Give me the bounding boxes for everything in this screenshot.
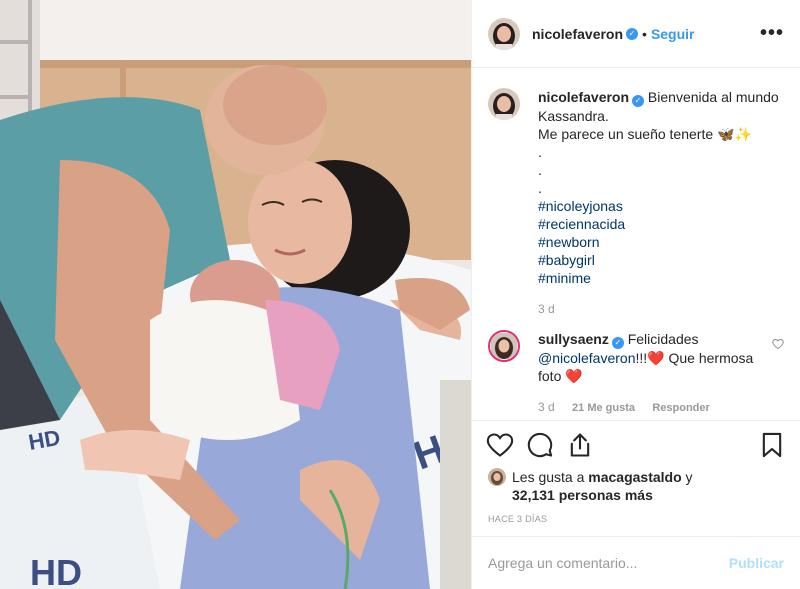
caption-avatar-icon[interactable]: [488, 88, 520, 120]
post-timestamp: HACE 3 DÍAS: [488, 514, 548, 524]
header-username-link[interactable]: nicolefaveron: [532, 26, 623, 42]
caption-line-2: Me parece un sueño tenerte 🦋✨: [538, 126, 752, 142]
post-sidebar: nicolefaveron ✓ • Seguir ••• nicolefaver…: [471, 0, 800, 589]
likes-summary: Les gusta a macagastaldo y 32,131 person…: [472, 468, 800, 504]
caption-age: 3 d: [538, 302, 555, 316]
comment: sullysaenz ✓ Felicidades @nicolefaveron!!…: [488, 330, 784, 417]
hashtag-link[interactable]: #nicoleyjonas: [538, 197, 784, 215]
caption-text: nicolefaveron ✓ Bienvenida al mundo Kassa…: [538, 88, 784, 318]
share-icon[interactable]: [566, 431, 594, 459]
svg-text:HD: HD: [30, 552, 82, 589]
more-options-icon[interactable]: •••: [760, 22, 784, 45]
comment-meta: 3 d 21 Me gusta Responder: [538, 398, 760, 417]
profile-avatar-icon[interactable]: [488, 17, 520, 50]
hashtag-link[interactable]: #reciennacida: [538, 215, 784, 233]
reply-button[interactable]: Responder: [652, 402, 709, 414]
likes-conjunction: y: [685, 469, 693, 485]
separator-dot: •: [642, 25, 647, 42]
verified-badge-icon: ✓: [632, 95, 645, 107]
comment-likes-link[interactable]: 21 Me gusta: [572, 402, 635, 414]
verified-badge-icon: ✓: [626, 27, 639, 40]
comment-age: 3 d: [538, 400, 555, 414]
instagram-post: HD HD HD nicolefaveron ✓ • Seguir ••• ni…: [0, 0, 800, 589]
publish-button[interactable]: Publicar: [729, 555, 784, 571]
likes-prefix: Les gusta a: [512, 469, 585, 485]
comment-text: sullysaenz ✓ Felicidades @nicolefaveron!!…: [538, 330, 784, 417]
caption-dot-line: .: [538, 144, 542, 160]
caption: nicolefaveron ✓ Bienvenida al mundo Kassa…: [488, 88, 784, 318]
caption-username-link[interactable]: nicolefaveron: [538, 89, 629, 105]
add-comment-input[interactable]: [488, 555, 729, 571]
verified-badge-icon: ✓: [611, 337, 624, 349]
commenter-avatar-icon[interactable]: [488, 330, 520, 362]
post-photo-illustration: HD HD HD: [0, 0, 471, 589]
comment-username-link[interactable]: sullysaenz: [538, 331, 609, 347]
comment-text-start: Felicidades: [627, 331, 699, 347]
mention-link[interactable]: @nicolefaveron: [538, 350, 636, 366]
post-header: nicolefaveron ✓ • Seguir •••: [472, 0, 800, 68]
small-heart-icon[interactable]: [772, 338, 784, 353]
post-actions: [472, 420, 800, 468]
hashtag-link[interactable]: #newborn: [538, 233, 784, 251]
caption-dot-line: .: [538, 180, 542, 196]
heart-icon[interactable]: [486, 431, 514, 459]
hashtag-link[interactable]: #minime: [538, 269, 784, 287]
bookmark-icon[interactable]: [758, 431, 786, 459]
likes-count-link[interactable]: 32,131 personas más: [512, 487, 653, 503]
hashtag-link[interactable]: #babygirl: [538, 251, 784, 269]
follow-button[interactable]: Seguir: [651, 26, 695, 42]
comment-bubble-icon[interactable]: [526, 431, 554, 459]
liker-username-link[interactable]: macagastaldo: [588, 469, 681, 485]
add-comment-bar: Publicar: [472, 536, 800, 589]
likes-text: Les gusta a macagastaldo y 32,131 person…: [512, 468, 693, 504]
caption-dot-line: .: [538, 162, 542, 178]
liker-avatar-icon[interactable]: [488, 468, 506, 486]
comments-section: nicolefaveron ✓ Bienvenida al mundo Kassa…: [472, 68, 800, 420]
post-photo[interactable]: HD HD HD: [0, 0, 471, 589]
